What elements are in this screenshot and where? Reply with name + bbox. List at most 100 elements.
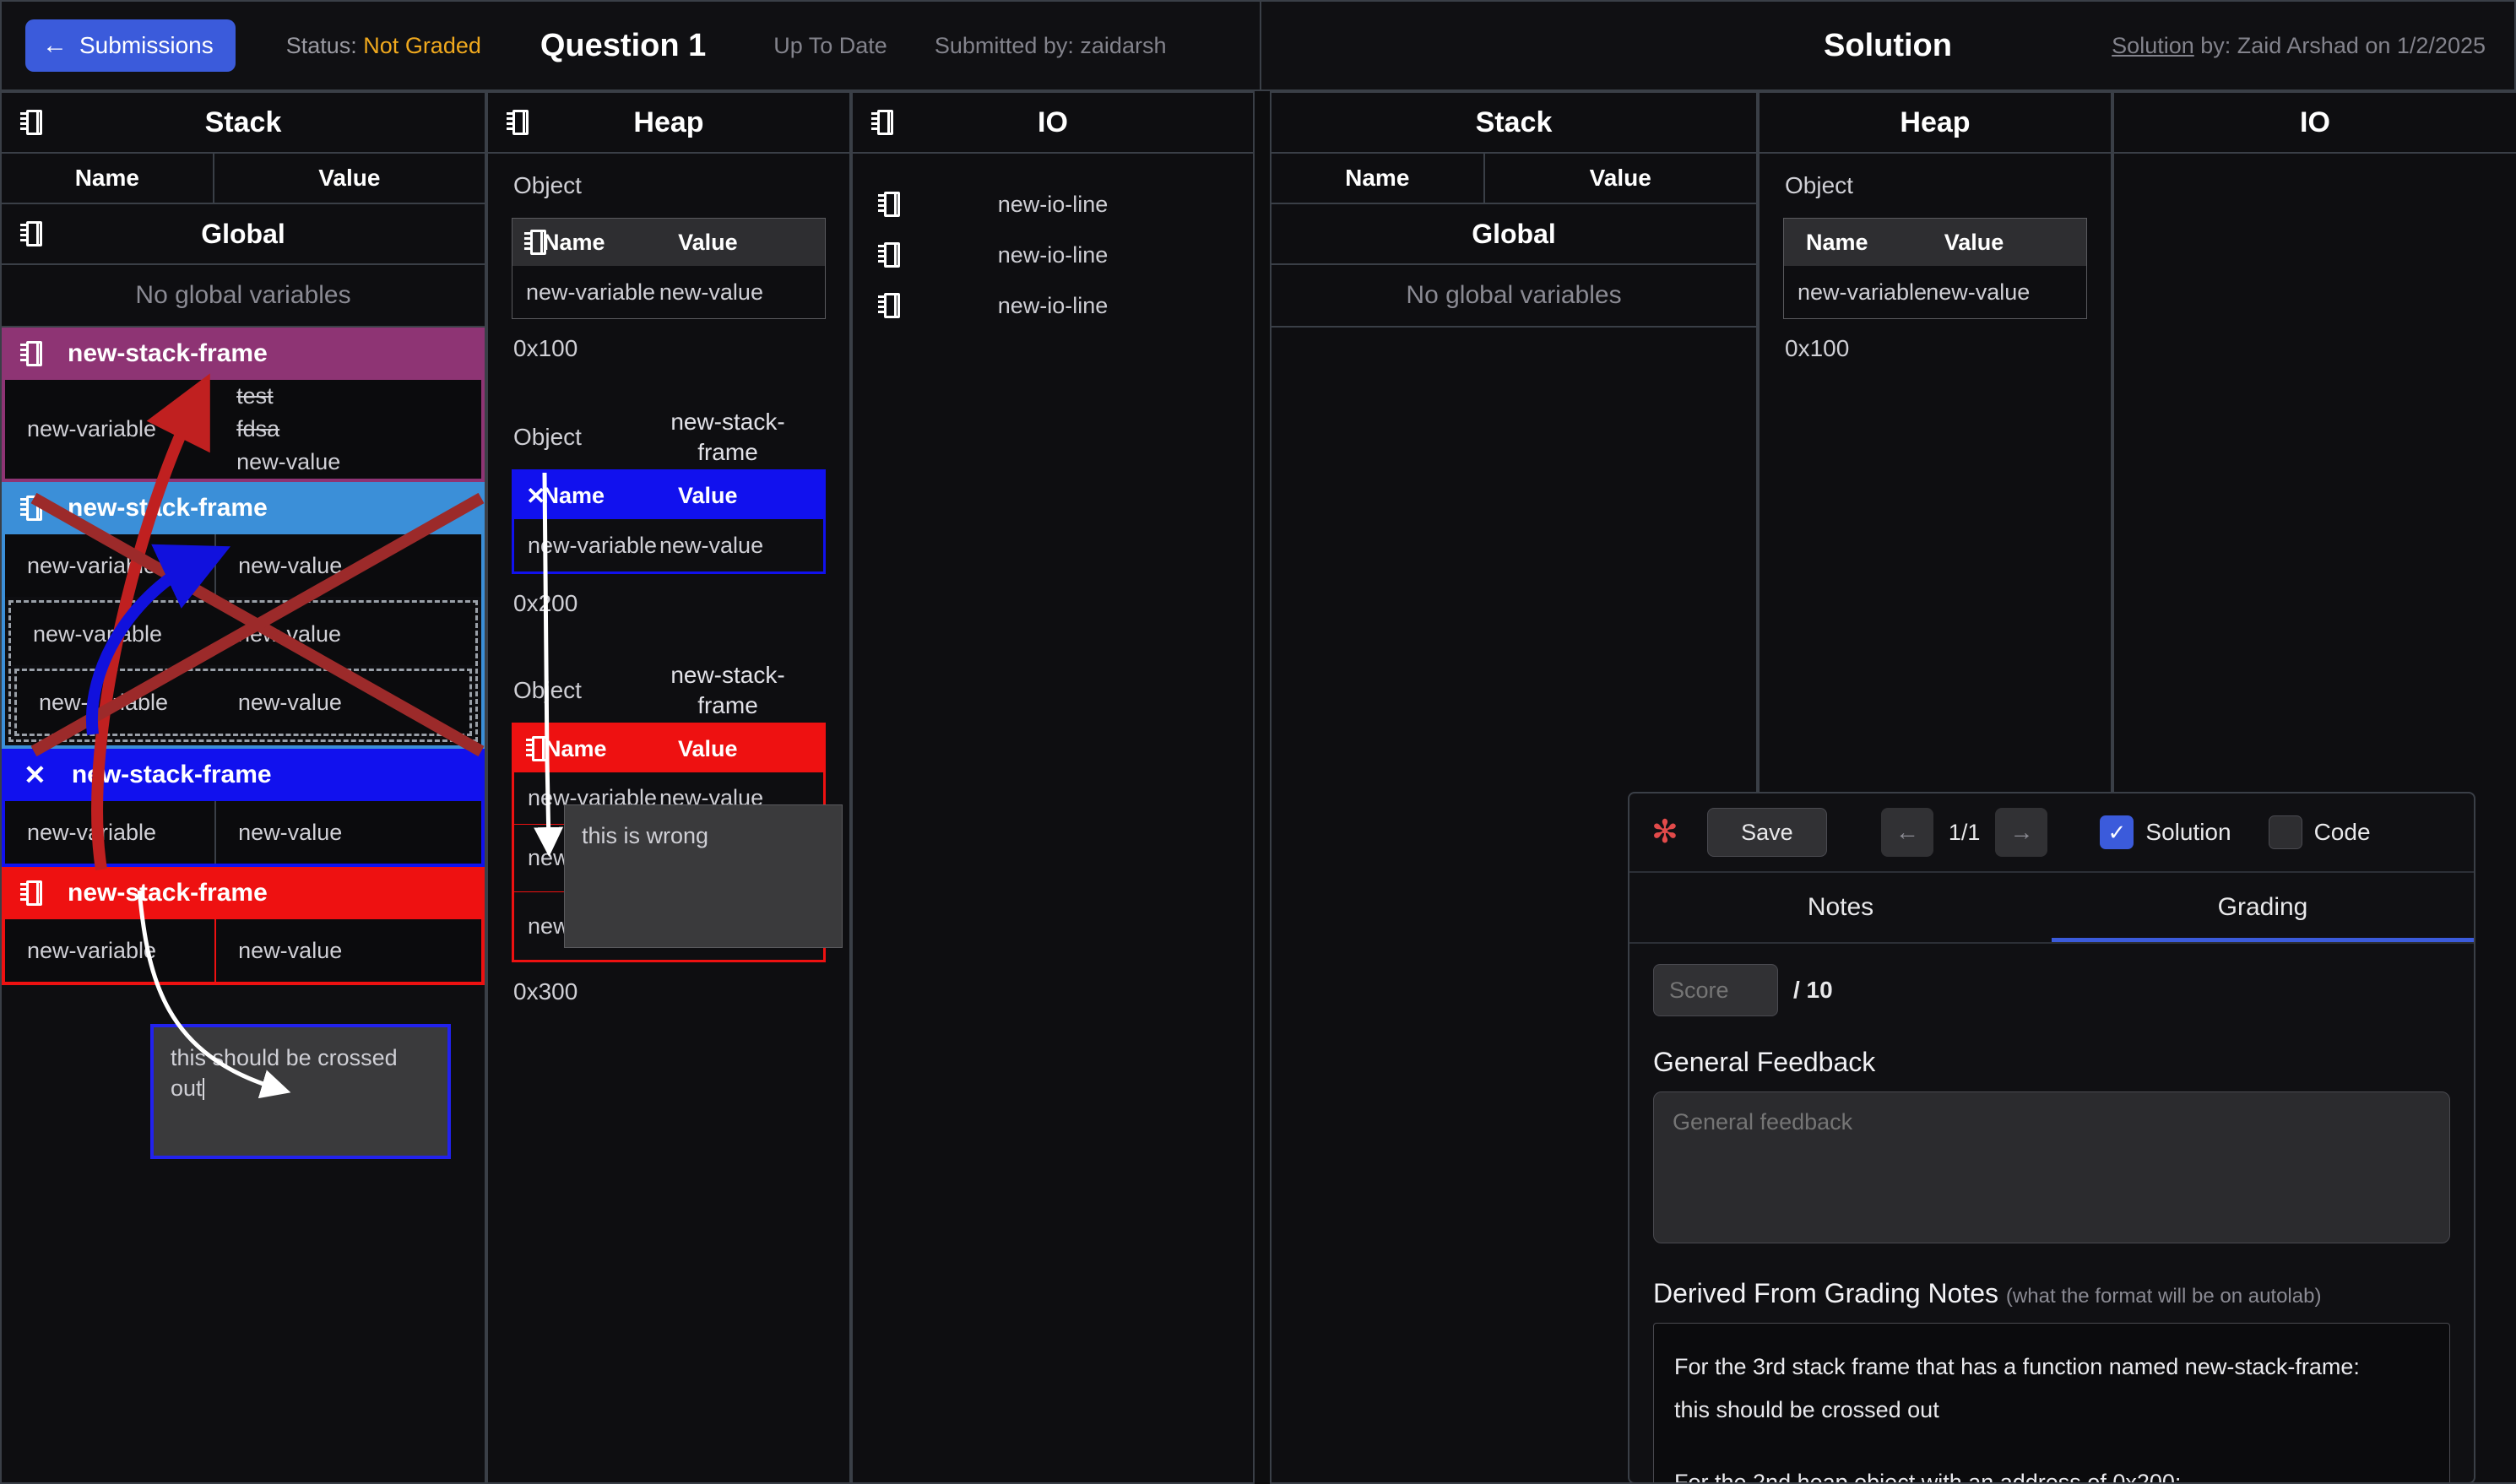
heap-pane-header: Heap xyxy=(488,93,849,154)
solution-heap-variable-name: new-variable xyxy=(1798,279,1927,305)
selection-outline-inner[interactable]: new-variable new-value xyxy=(14,669,472,737)
heap-col-value: Value xyxy=(677,735,738,761)
solution-link[interactable]: Solution xyxy=(2112,33,2194,58)
heap-object-label: Object new-stack-frame xyxy=(488,405,849,469)
stack-variable-row[interactable]: new-variable new-value xyxy=(5,534,481,598)
solution-heap-object-address: 0x100 xyxy=(1785,335,1850,361)
code-toggle[interactable]: Code xyxy=(2268,815,2371,849)
stack-frame[interactable]: new-stack-frame new-variable test fdsa n… xyxy=(2,328,485,483)
heap-object-table[interactable]: Name Value new-variable new-value xyxy=(512,218,826,319)
variable-value: new-value xyxy=(214,534,481,598)
submission-heap-pane: Heap Object Name Value new-variable new-… xyxy=(486,91,851,1484)
variable-value-line: test xyxy=(236,383,274,409)
io-pane-title: IO xyxy=(1038,106,1068,138)
variable-name: new-variable xyxy=(27,416,157,442)
solution-heap-header: Heap xyxy=(1760,93,2111,154)
stack-frame-header[interactable]: ✕ new-stack-frame xyxy=(2,749,485,802)
stack-variable-row[interactable]: new-variable new-value xyxy=(5,919,481,983)
stack-variable-row[interactable]: new-variable new-value xyxy=(17,671,469,734)
global-frame-header[interactable]: Global xyxy=(2,204,485,265)
submissions-button-label: Submissions xyxy=(79,32,214,58)
heap-table-row[interactable]: new-variable new-value xyxy=(512,266,825,318)
stack-frame-name: new-stack-frame xyxy=(68,494,268,523)
stack-column-headers: Name Value xyxy=(2,154,485,204)
heap-pane-title: Heap xyxy=(633,106,704,138)
prev-page-button[interactable]: ← xyxy=(1880,808,1933,857)
stack-variable-row[interactable]: new-variable new-value xyxy=(5,801,481,864)
annotation-crossed-out[interactable]: this should be crossed out xyxy=(150,1024,451,1159)
annotation-wrong[interactable]: this is wrong xyxy=(564,804,843,948)
derived-notes-spacer xyxy=(1674,1433,2429,1461)
heap-variable-value: new-value xyxy=(659,279,763,305)
solution-io-title: IO xyxy=(2300,106,2330,138)
heap-object-subtitle: new-stack-frame xyxy=(670,408,785,465)
heap-object-table[interactable]: ✕ Name Value new-variable new-value xyxy=(512,469,826,574)
stack-frame-header[interactable]: new-stack-frame xyxy=(2,482,485,535)
variable-value-line: new-value xyxy=(238,937,343,963)
note-icon[interactable] xyxy=(871,110,893,135)
solution-stack-column-headers: Name Value xyxy=(1272,154,1756,204)
note-icon[interactable] xyxy=(526,736,548,761)
required-marker-icon: ✻ xyxy=(1651,815,1678,850)
stack-frame-header[interactable]: new-stack-frame xyxy=(2,328,485,380)
variable-value-line: new-value xyxy=(237,620,342,647)
stack-frame[interactable]: new-stack-frame new-variable new-value n… xyxy=(2,482,485,750)
grading-panel: ✻ Save ← 1/1 → ✓ Solution Code Notes Gra… xyxy=(1628,792,2475,1484)
heap-table-header: Name Value xyxy=(514,725,823,772)
note-icon[interactable] xyxy=(20,341,42,366)
solution-heap-object-label: Object xyxy=(1785,172,1853,198)
io-line-row[interactable]: new-io-line xyxy=(853,179,1253,230)
annotation-crossed-out-text: this should be crossed out xyxy=(171,1045,398,1102)
solution-toggle[interactable]: ✓ Solution xyxy=(2100,815,2231,849)
note-icon[interactable] xyxy=(524,230,546,255)
variable-value: new-value xyxy=(215,603,475,665)
note-icon[interactable] xyxy=(20,110,42,135)
stack-variable-row[interactable]: new-variable new-value xyxy=(11,603,475,666)
variable-value: new-value xyxy=(214,801,481,864)
tab-grading[interactable]: Grading xyxy=(2052,873,2474,942)
io-line-row[interactable]: new-io-line xyxy=(853,280,1253,331)
note-icon[interactable] xyxy=(507,110,529,135)
heap-col-name: Name xyxy=(545,735,607,761)
variable-name: new-variable xyxy=(27,937,157,963)
solution-header: Solution Solution by: Zaid Arshad on 1/2… xyxy=(1261,0,2516,91)
save-button[interactable]: Save xyxy=(1706,808,1827,857)
heap-col-value: Value xyxy=(677,482,738,508)
solution-global-frame-header: Global xyxy=(1272,204,1756,265)
general-feedback-input[interactable] xyxy=(1653,1091,2450,1243)
solution-heap-title: Heap xyxy=(1900,106,1971,138)
io-line-text: new-io-line xyxy=(997,292,1109,318)
score-stepper[interactable]: ⌃ ⌄ xyxy=(1653,964,1778,1016)
io-line-text: new-io-line xyxy=(997,241,1109,268)
stack-frame-name: new-stack-frame xyxy=(68,339,268,367)
stack-variable-row[interactable]: new-variable test fdsa new-value xyxy=(5,380,481,479)
tab-notes[interactable]: Notes xyxy=(1629,873,2052,942)
score-input[interactable] xyxy=(1654,965,1777,1016)
selection-outline-outer[interactable]: new-variable new-value new-variable new-… xyxy=(8,600,478,743)
note-icon[interactable] xyxy=(20,496,42,522)
variable-value-line: new-value xyxy=(238,552,343,578)
next-page-button[interactable]: → xyxy=(1995,808,2048,857)
stack-frame[interactable]: new-stack-frame new-variable new-value xyxy=(2,867,485,986)
io-line-text: new-io-line xyxy=(997,191,1109,217)
heap-object-address: 0x200 xyxy=(513,590,578,616)
heap-table-row[interactable]: new-variable new-value xyxy=(514,519,823,571)
io-line-row[interactable]: new-io-line xyxy=(853,230,1253,280)
derived-notes-line: For the 2nd heap object with an address … xyxy=(1674,1469,2182,1484)
submission-stack-pane: Stack Name Value Global No global variab… xyxy=(0,91,486,1484)
stack-frame-header[interactable]: new-stack-frame xyxy=(2,867,485,920)
no-global-variables-message: No global variables xyxy=(2,265,485,328)
submitted-by-label: Submitted by: zaidarsh xyxy=(934,32,1167,58)
top-bar: ← Submissions Status: Not Graded Questio… xyxy=(0,0,2516,91)
note-icon[interactable] xyxy=(20,880,42,907)
stack-pane-title: Stack xyxy=(204,106,282,138)
global-frame-label: Global xyxy=(201,218,285,249)
x-icon[interactable]: ✕ xyxy=(24,761,46,788)
stack-frame[interactable]: ✕ new-stack-frame new-variable new-value xyxy=(2,749,485,868)
heap-object[interactable]: Object new-stack-frame ✕ Name Value new-… xyxy=(488,405,849,633)
heap-object[interactable]: Object Name Value new-variable new-value… xyxy=(488,154,849,378)
variable-name: new-variable xyxy=(27,552,157,578)
submissions-back-button[interactable]: ← Submissions xyxy=(25,19,236,72)
code-checkbox[interactable] xyxy=(2268,815,2302,849)
solution-checkbox[interactable]: ✓ xyxy=(2100,815,2134,849)
